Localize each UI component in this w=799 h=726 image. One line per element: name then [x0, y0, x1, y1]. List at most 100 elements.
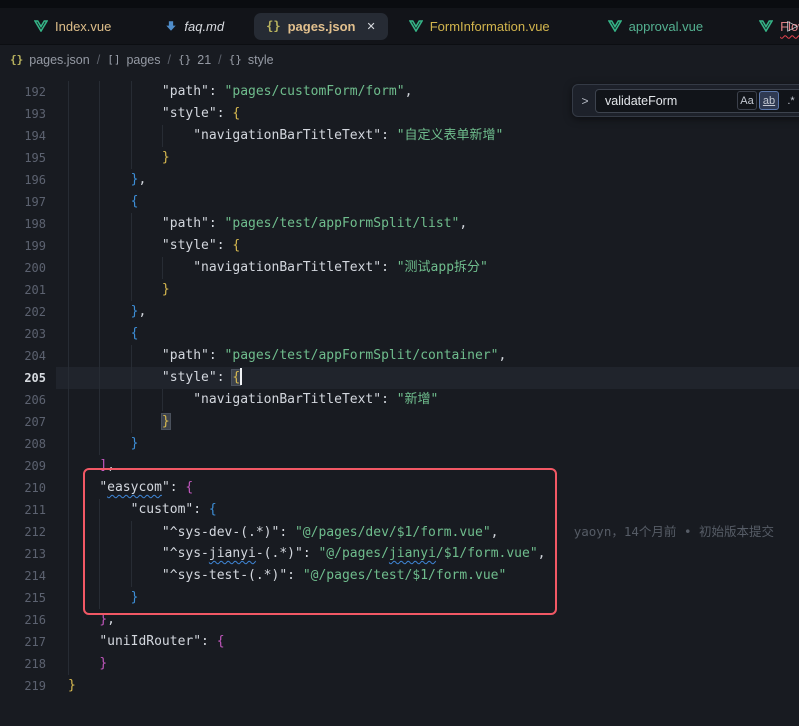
code-line-214[interactable]: 214 "^sys-test-(.*)": "@/pages/test/$1/f… — [0, 565, 799, 587]
line-number[interactable]: 193 — [0, 103, 46, 125]
code-line-194[interactable]: 194 "navigationBarTitleText": "自定义表单新增" — [0, 125, 799, 147]
line-number[interactable]: 207 — [0, 411, 46, 433]
line-number[interactable]: 214 — [0, 565, 46, 587]
code-line-206[interactable]: 206 "navigationBarTitleText": "新增" — [0, 389, 799, 411]
code-text[interactable]: }, — [68, 609, 799, 631]
tab-approval-vue[interactable]: approval.vue — [596, 13, 715, 40]
code-text[interactable]: "^sys-dev-(.*)": "@/pages/dev/$1/form.vu… — [68, 521, 799, 543]
code-line-203[interactable]: 203 { — [0, 323, 799, 345]
code-text[interactable]: "style": { — [68, 235, 799, 257]
code-text[interactable]: { — [68, 323, 799, 345]
tab-forminformation-vue[interactable]: FormInformation.vue — [397, 13, 562, 40]
tab-overflow-icon[interactable]: ▷ — [787, 17, 798, 34]
code-text[interactable]: "path": "pages/test/appFormSplit/contain… — [68, 345, 799, 367]
line-number[interactable]: 211 — [0, 499, 46, 521]
code-text[interactable]: } — [68, 587, 799, 609]
code-line-218[interactable]: 218 } — [0, 653, 799, 675]
find-input[interactable]: validateForm Aa ab .* — [595, 89, 799, 113]
line-number[interactable]: 210 — [0, 477, 46, 499]
code-line-212[interactable]: 212 "^sys-dev-(.*)": "@/pages/dev/$1/for… — [0, 521, 799, 543]
whole-word-button[interactable]: ab — [759, 91, 779, 110]
line-number[interactable]: 212 — [0, 521, 46, 543]
code-line-200[interactable]: 200 "navigationBarTitleText": "测试app拆分" — [0, 257, 799, 279]
code-text[interactable]: "^sys-test-(.*)": "@/pages/test/$1/form.… — [68, 565, 799, 587]
code-line-209[interactable]: 209 ], — [0, 455, 799, 477]
code-line-202[interactable]: 202 }, — [0, 301, 799, 323]
match-case-button[interactable]: Aa — [737, 91, 757, 110]
code-text[interactable]: "easycom": { — [68, 477, 799, 499]
find-toggle-replace-chevron[interactable]: > — [578, 94, 592, 108]
code-line-199[interactable]: 199 "style": { — [0, 235, 799, 257]
tab-index-vue[interactable]: Index.vue — [22, 13, 123, 40]
breadcrumb-item-pages[interactable]: []pages — [107, 53, 160, 67]
code-line-205[interactable]: 205 "style": { — [0, 367, 799, 389]
line-number[interactable]: 204 — [0, 345, 46, 367]
line-number[interactable]: 198 — [0, 213, 46, 235]
code-line-207[interactable]: 207 } — [0, 411, 799, 433]
code-text[interactable]: "navigationBarTitleText": "测试app拆分" — [68, 257, 799, 279]
code-line-213[interactable]: 213 "^sys-jianyi-(.*)": "@/pages/jianyi/… — [0, 543, 799, 565]
regex-button[interactable]: .* — [781, 91, 799, 110]
code-line-196[interactable]: 196 }, — [0, 169, 799, 191]
line-number[interactable]: 215 — [0, 587, 46, 609]
line-number[interactable]: 202 — [0, 301, 46, 323]
line-number[interactable]: 200 — [0, 257, 46, 279]
line-number[interactable]: 201 — [0, 279, 46, 301]
line-number[interactable]: 218 — [0, 653, 46, 675]
line-number[interactable]: 196 — [0, 169, 46, 191]
code-text[interactable]: } — [68, 653, 799, 675]
close-icon[interactable]: ✕ — [367, 20, 376, 33]
code-text[interactable]: ], — [68, 455, 799, 477]
code-line-195[interactable]: 195 } — [0, 147, 799, 169]
code-line-204[interactable]: 204 "path": "pages/test/appFormSplit/con… — [0, 345, 799, 367]
line-number[interactable]: 197 — [0, 191, 46, 213]
line-number[interactable]: 195 — [0, 147, 46, 169]
code-text[interactable]: "path": "pages/test/appFormSplit/list", — [68, 213, 799, 235]
tab-pages-json[interactable]: {}pages.json✕ — [254, 13, 388, 40]
code-line-210[interactable]: 210 "easycom": { — [0, 477, 799, 499]
find-query-text[interactable]: validateForm — [605, 94, 735, 108]
code-text[interactable]: } — [68, 279, 799, 301]
code-text[interactable]: } — [68, 147, 799, 169]
code-text[interactable]: } — [68, 411, 799, 433]
breadcrumb-item-pages-json[interactable]: {}pages.json — [10, 53, 90, 67]
code-text[interactable]: "navigationBarTitleText": "新增" — [68, 389, 799, 411]
code-text[interactable]: "navigationBarTitleText": "自定义表单新增" — [68, 125, 799, 147]
line-number[interactable]: 194 — [0, 125, 46, 147]
code-line-217[interactable]: 217 "uniIdRouter": { — [0, 631, 799, 653]
breadcrumb-item-style[interactable]: {}style — [229, 53, 274, 67]
code-line-197[interactable]: 197 { — [0, 191, 799, 213]
line-number[interactable]: 208 — [0, 433, 46, 455]
code-line-201[interactable]: 201 } — [0, 279, 799, 301]
code-text[interactable]: "custom": { — [68, 499, 799, 521]
code-line-198[interactable]: 198 "path": "pages/test/appFormSplit/lis… — [0, 213, 799, 235]
line-number[interactable]: 213 — [0, 543, 46, 565]
line-number[interactable]: 206 — [0, 389, 46, 411]
code-line-219[interactable]: 219} — [0, 675, 799, 697]
editor-pane[interactable]: 192 "path": "pages/customForm/form",193 … — [0, 74, 799, 726]
indent-guide — [68, 389, 69, 411]
code-line-215[interactable]: 215 } — [0, 587, 799, 609]
code-line-208[interactable]: 208 } — [0, 433, 799, 455]
code-text[interactable]: }, — [68, 301, 799, 323]
code-text[interactable]: }, — [68, 169, 799, 191]
tab-faq-md[interactable]: faq.md — [153, 13, 236, 40]
line-number[interactable]: 205 — [0, 367, 46, 389]
code-text[interactable]: "^sys-jianyi-(.*)": "@/pages/jianyi/$1/f… — [68, 543, 799, 565]
code-text[interactable]: "style": { — [68, 367, 799, 389]
line-number[interactable]: 219 — [0, 675, 46, 697]
line-number[interactable]: 209 — [0, 455, 46, 477]
indent-guide — [68, 191, 69, 213]
code-text[interactable]: "uniIdRouter": { — [68, 631, 799, 653]
code-text[interactable]: { — [68, 191, 799, 213]
breadcrumb-item-21[interactable]: {}21 — [178, 53, 211, 67]
line-number[interactable]: 203 — [0, 323, 46, 345]
line-number[interactable]: 192 — [0, 81, 46, 103]
code-line-211[interactable]: 211 "custom": { — [0, 499, 799, 521]
line-number[interactable]: 217 — [0, 631, 46, 653]
code-text[interactable]: } — [68, 433, 799, 455]
line-number[interactable]: 199 — [0, 235, 46, 257]
code-line-216[interactable]: 216 }, — [0, 609, 799, 631]
code-text[interactable]: } — [68, 675, 799, 697]
line-number[interactable]: 216 — [0, 609, 46, 631]
